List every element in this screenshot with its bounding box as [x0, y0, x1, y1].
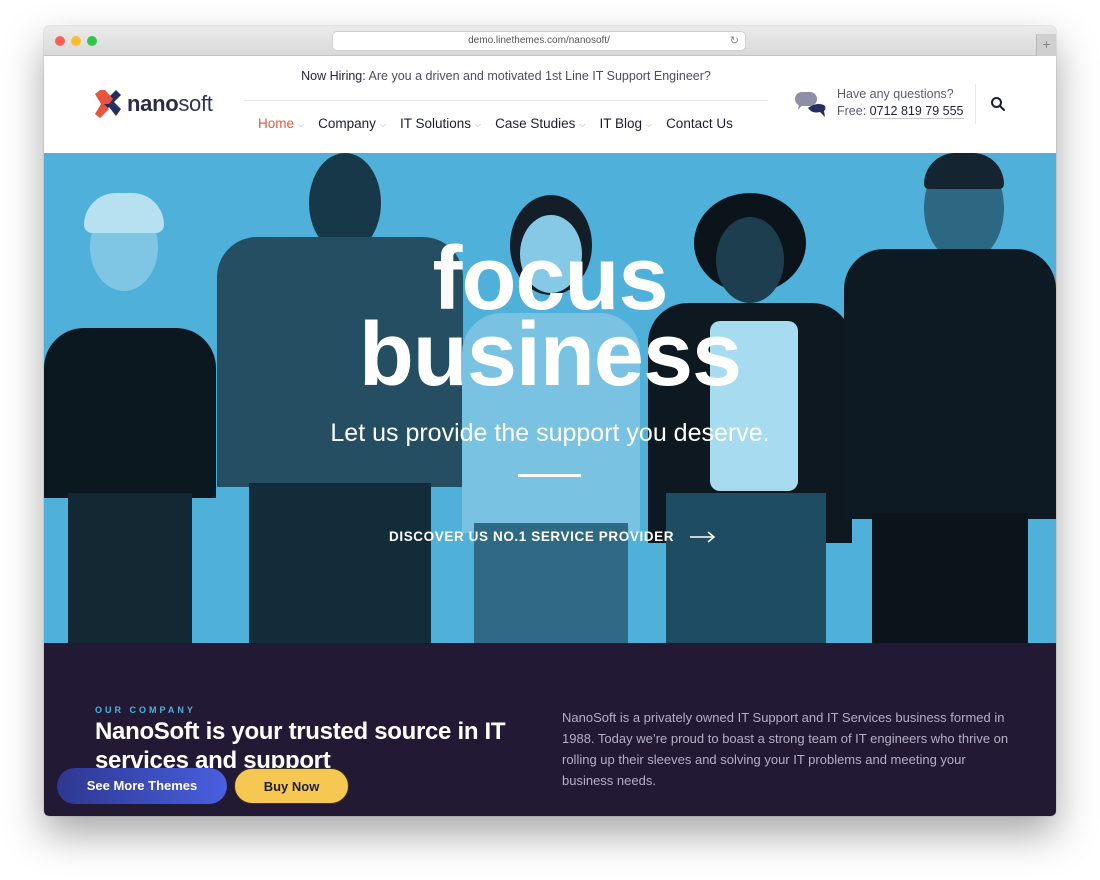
hiring-message[interactable]: Are you a driven and motivated 1st Line …	[369, 69, 711, 83]
phone-link[interactable]: 0712 819 79 555	[869, 104, 964, 119]
site-logo[interactable]: nanosoft	[95, 90, 213, 118]
hiring-label: Now Hiring:	[301, 69, 366, 83]
buy-now-button[interactable]: Buy Now	[234, 768, 349, 804]
hero-section: focus business Let us provide the suppor…	[44, 153, 1056, 643]
nav-divider	[244, 100, 768, 101]
logo-x-icon	[95, 90, 121, 118]
hero-person	[844, 153, 1056, 643]
nav-case-studies[interactable]: Case Studies ⌵	[495, 116, 585, 131]
chevron-down-icon: ⌵	[379, 119, 386, 129]
arrow-right-icon	[690, 530, 716, 543]
zoom-window-button[interactable]	[87, 36, 97, 46]
chat-bubbles-icon	[795, 92, 826, 117]
nav-it-solutions[interactable]: IT Solutions ⌵	[400, 116, 481, 131]
chevron-down-icon: ⌵	[298, 119, 305, 129]
browser-titlebar: demo.linethemes.com/nanosoft/ ↻ +	[44, 26, 1056, 56]
contact-info: Have any questions? Free: 0712 819 79 55…	[794, 86, 964, 120]
company-heading: NanoSoft is your trusted source in IT se…	[95, 718, 506, 774]
contact-question: Have any questions?	[837, 87, 954, 101]
minimize-window-button[interactable]	[71, 36, 81, 46]
logo-wordmark: nanosoft	[127, 91, 213, 116]
header-divider	[975, 84, 976, 124]
main-nav: Home ⌵ Company ⌵ IT Solutions ⌵ Case Studie…	[258, 116, 747, 131]
chevron-down-icon: ⌵	[645, 119, 653, 129]
see-more-themes-button[interactable]: See More Themes	[57, 768, 227, 804]
browser-window: demo.linethemes.com/nanosoft/ ↻ + nanoso…	[44, 26, 1056, 816]
reload-icon[interactable]: ↻	[730, 32, 739, 50]
new-tab-button[interactable]: +	[1036, 34, 1056, 56]
hiring-banner[interactable]: Now Hiring: Are you a driven and motivat…	[244, 69, 768, 83]
hero-subtitle: Let us provide the support you deserve.	[330, 419, 770, 447]
discover-cta-link[interactable]: DISCOVER US NO.1 SERVICE PROVIDER	[389, 529, 716, 544]
chevron-down-icon: ⌵	[475, 119, 482, 129]
nav-contact-us[interactable]: Contact Us	[666, 116, 733, 131]
site-header: nanosoft Now Hiring: Are you a driven an…	[44, 56, 1056, 153]
company-section: OUR COMPANY NanoSoft is your trusted sou…	[44, 643, 1056, 816]
url-text: demo.linethemes.com/nanosoft/	[468, 35, 610, 46]
company-description: NanoSoft is a privately owned IT Support…	[562, 710, 1009, 788]
section-eyebrow: OUR COMPANY	[95, 705, 196, 715]
hero-divider	[518, 474, 581, 477]
nav-home[interactable]: Home ⌵	[258, 116, 304, 131]
search-icon[interactable]	[990, 96, 1006, 112]
free-label: Free:	[837, 104, 867, 118]
close-window-button[interactable]	[55, 36, 65, 46]
hero-title: focus business	[358, 229, 742, 405]
address-bar[interactable]: demo.linethemes.com/nanosoft/ ↻	[333, 32, 745, 50]
nav-company[interactable]: Company ⌵	[318, 116, 386, 131]
chevron-down-icon: ⌵	[579, 119, 586, 129]
nav-it-blog[interactable]: IT Blog ⌵	[599, 116, 652, 131]
